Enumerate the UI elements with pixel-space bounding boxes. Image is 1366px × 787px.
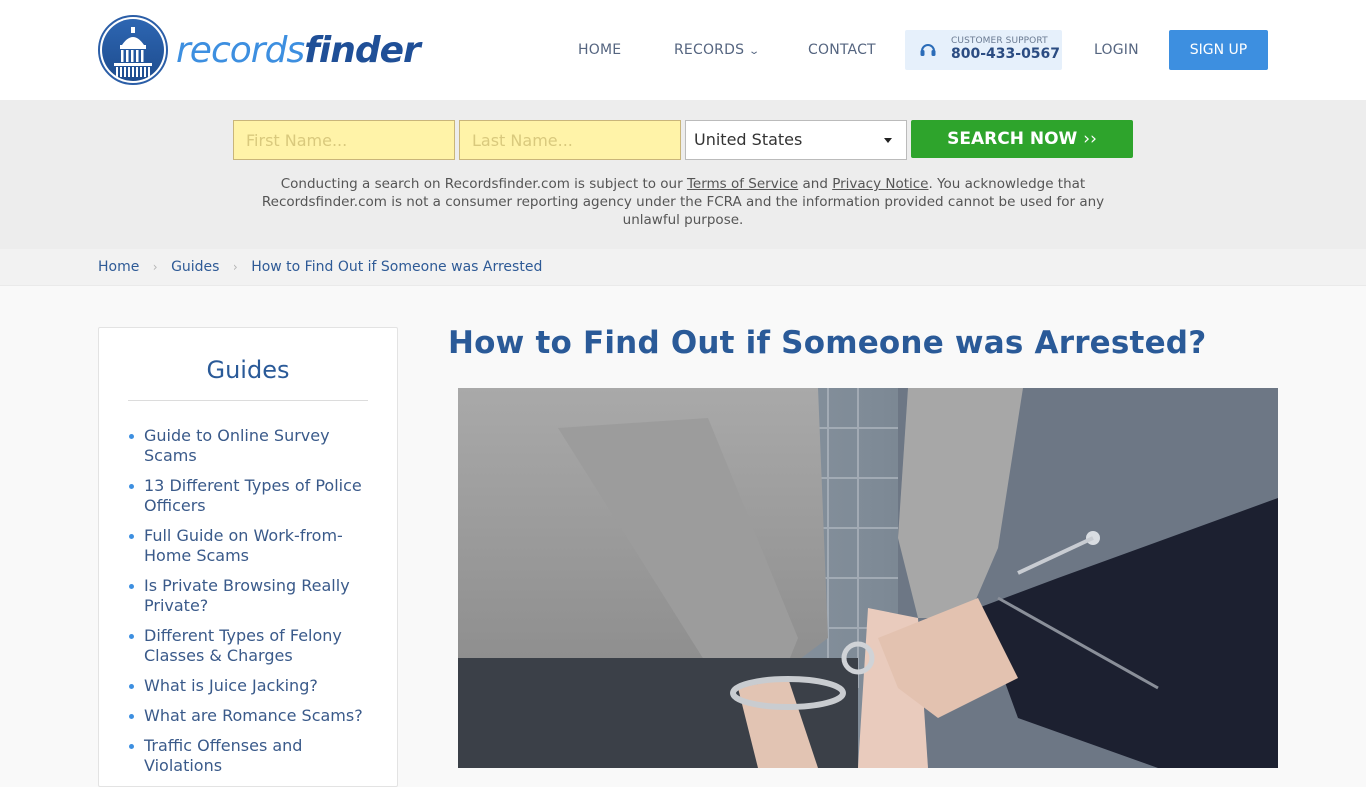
sidebar-title: Guides xyxy=(206,356,290,384)
caret-down-icon xyxy=(884,138,892,143)
guide-link[interactable]: Full Guide on Work-from-Home Scams xyxy=(128,526,368,566)
guides-list: Guide to Online Survey Scams 13 Differen… xyxy=(128,426,368,786)
customer-support[interactable]: CUSTOMER SUPPORT 800-433-0567 xyxy=(905,30,1062,70)
first-name-input[interactable] xyxy=(233,120,455,160)
hero-image xyxy=(458,388,1278,768)
support-phone[interactable]: 800-433-0567 xyxy=(951,46,1060,62)
chevron-down-icon: ⌄ xyxy=(748,46,761,57)
chevron-right-icon: › xyxy=(152,260,158,274)
page-title: How to Find Out if Someone was Arrested? xyxy=(448,325,1207,361)
search-section: United States SEARCH NOW›› Conducting a … xyxy=(0,100,1366,249)
site-header: recordsfinder HOME RECORDS ⌄ CONTACT CUST… xyxy=(0,0,1366,100)
search-disclaimer: Conducting a search on Recordsfinder.com… xyxy=(261,176,1105,228)
guides-sidebar: Guides Guide to Online Survey Scams 13 D… xyxy=(98,327,398,787)
breadcrumb-home[interactable]: Home xyxy=(98,259,139,275)
state-select[interactable]: United States xyxy=(685,120,907,160)
nav-home[interactable]: HOME xyxy=(578,30,621,70)
headset-icon xyxy=(920,44,936,56)
signup-button[interactable]: SIGN UP xyxy=(1169,30,1268,70)
breadcrumb-guides[interactable]: Guides xyxy=(171,259,219,275)
double-chevron-right-icon: ›› xyxy=(1083,129,1097,149)
guide-link[interactable]: Is Private Browsing Really Private? xyxy=(128,576,368,616)
support-label: CUSTOMER SUPPORT xyxy=(951,36,1048,46)
nav-contact[interactable]: CONTACT xyxy=(808,30,876,70)
breadcrumb: Home › Guides › How to Find Out if Someo… xyxy=(0,249,1366,286)
login-link[interactable]: LOGIN xyxy=(1094,30,1139,70)
search-now-button[interactable]: SEARCH NOW ›› xyxy=(911,120,1133,158)
nav-records[interactable]: RECORDS ⌄ xyxy=(674,30,761,70)
breadcrumb-current[interactable]: How to Find Out if Someone was Arrested xyxy=(251,259,542,275)
main-nav: HOME RECORDS ⌄ CONTACT CUSTOMER SUPPORT 8… xyxy=(0,30,1366,70)
divider xyxy=(128,400,368,401)
guide-link[interactable]: 13 Different Types of Police Officers xyxy=(128,476,368,516)
privacy-notice-link[interactable]: Privacy Notice xyxy=(832,176,928,192)
guide-link[interactable]: Guide to Online Survey Scams xyxy=(128,426,368,466)
handcuffs-photo xyxy=(458,388,1278,768)
chevron-right-icon: › xyxy=(232,260,238,274)
guide-link[interactable]: What are Romance Scams? xyxy=(128,706,368,726)
terms-of-service-link[interactable]: Terms of Service xyxy=(687,176,798,192)
guide-link[interactable]: Traffic Offenses and Violations xyxy=(128,736,368,776)
guide-link[interactable]: What is Juice Jacking? xyxy=(128,676,368,696)
last-name-input[interactable] xyxy=(459,120,681,160)
guide-link[interactable]: Different Types of Felony Classes & Char… xyxy=(128,626,368,666)
